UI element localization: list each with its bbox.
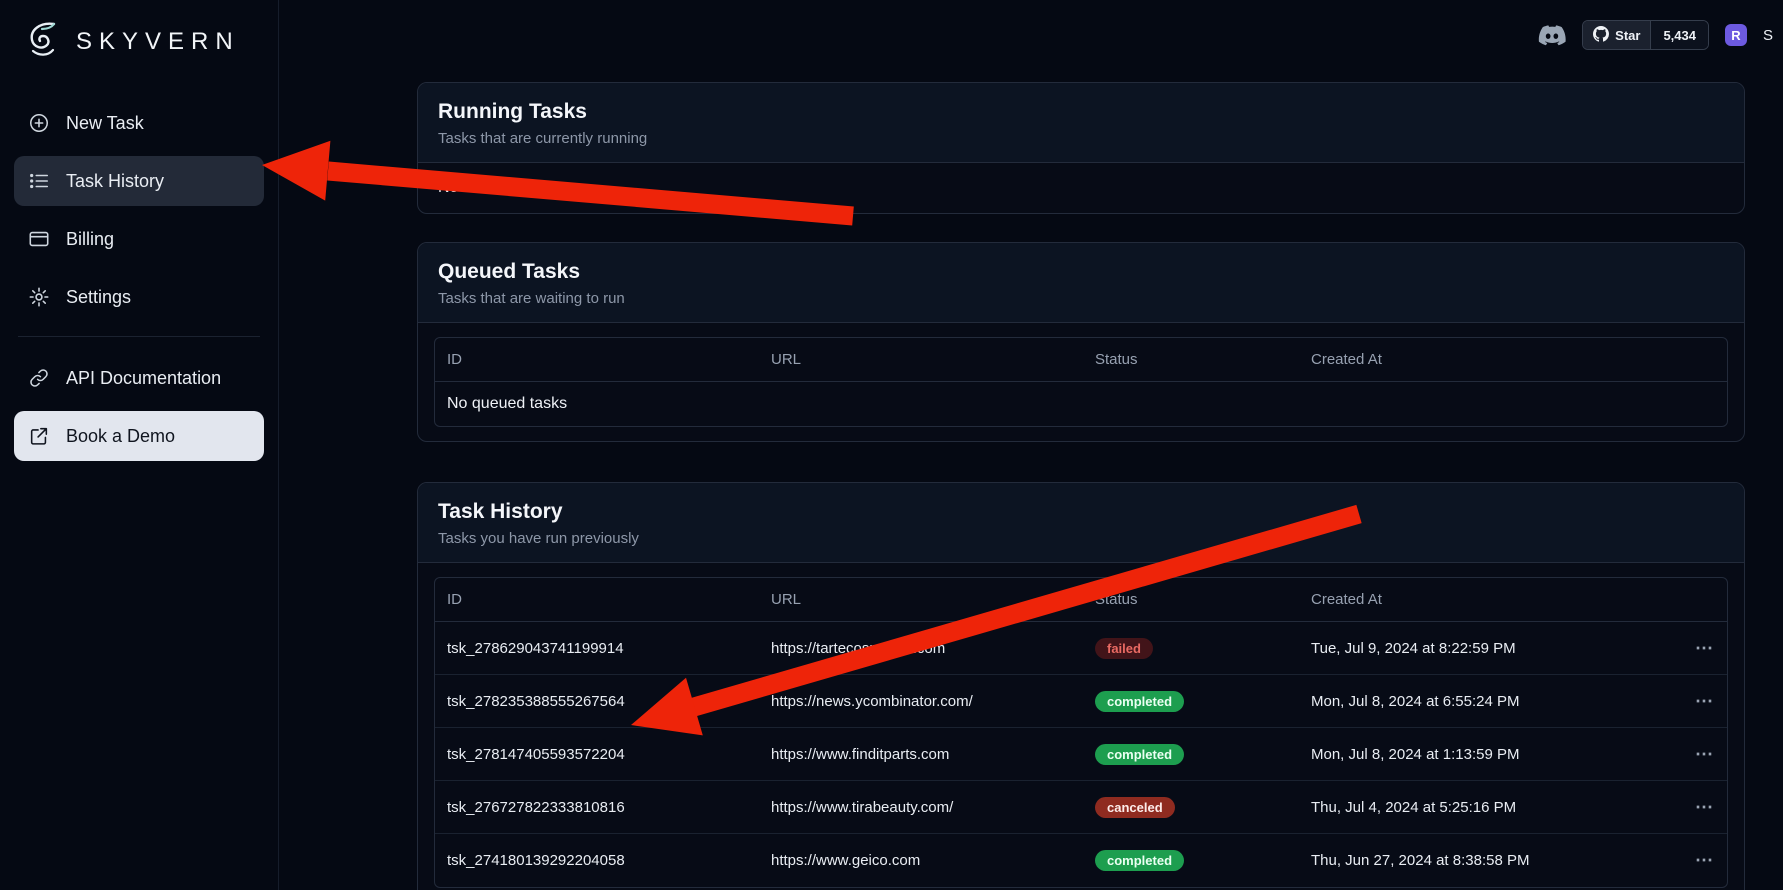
credit-card-icon <box>28 228 50 250</box>
sidebar-item-book-a-demo[interactable]: Book a Demo <box>14 411 264 461</box>
running-tasks-card: Running Tasks Tasks that are currently r… <box>417 82 1745 214</box>
column-header-id: ID <box>435 591 759 608</box>
discord-icon[interactable] <box>1538 25 1566 46</box>
external-link-icon <box>28 425 50 447</box>
gear-icon <box>28 286 50 308</box>
card-title: Queued Tasks <box>438 260 1724 284</box>
brand-name: SKYVERN <box>76 28 240 56</box>
sidebar-item-task-history[interactable]: Task History <box>14 156 264 206</box>
row-actions-button[interactable] <box>1663 691 1727 712</box>
status-badge: completed <box>1095 691 1184 712</box>
queued-tasks-header: Queued Tasks Tasks that are waiting to r… <box>418 243 1744 323</box>
column-header-status: Status <box>1083 591 1299 608</box>
column-header-id: ID <box>435 351 759 368</box>
list-icon <box>28 170 50 192</box>
task-history-card: Task History Tasks you have run previous… <box>417 482 1745 890</box>
avatar[interactable]: R <box>1725 24 1747 46</box>
created-at-cell: Mon, Jul 8, 2024 at 6:55:24 PM <box>1299 693 1663 710</box>
column-header-created-at: Created At <box>1299 351 1663 368</box>
topbar: Star 5,434 R S <box>1538 18 1783 52</box>
github-star-label: Star <box>1615 28 1640 43</box>
task-url-cell: https://tartecosmetics.com <box>759 640 1083 657</box>
sidebar-item-api-documentation[interactable]: API Documentation <box>14 353 264 403</box>
sidebar-item-settings[interactable]: Settings <box>14 272 264 322</box>
table-header-row: ID URL Status Created At <box>435 338 1727 382</box>
column-header-created-at: Created At <box>1299 591 1663 608</box>
status-badge: completed <box>1095 744 1184 765</box>
sidebar-divider <box>18 336 260 337</box>
sidebar-item-label: New Task <box>66 113 144 134</box>
running-tasks-header: Running Tasks Tasks that are currently r… <box>418 83 1744 163</box>
card-title: Task History <box>438 500 1724 524</box>
skyvern-dragon-icon <box>20 18 66 66</box>
task-url-cell: https://www.finditparts.com <box>759 746 1083 763</box>
row-actions-button[interactable] <box>1663 638 1727 659</box>
card-title: Running Tasks <box>438 100 1724 124</box>
queued-tasks-card: Queued Tasks Tasks that are waiting to r… <box>417 242 1745 442</box>
task-id-cell: tsk_274180139292204058 <box>435 852 759 869</box>
sidebar-item-label: Billing <box>66 229 114 250</box>
table-row[interactable]: tsk_274180139292204058 https://www.geico… <box>435 834 1727 887</box>
github-icon <box>1593 26 1609 45</box>
sidebar-item-label: Book a Demo <box>66 426 175 447</box>
row-actions-button[interactable] <box>1663 744 1727 765</box>
column-header-status: Status <box>1083 351 1299 368</box>
table-row[interactable]: tsk_278235388555267564 https://news.ycom… <box>435 675 1727 728</box>
card-subtitle: Tasks that are currently running <box>438 130 1724 147</box>
sidebar: SKYVERN New Task Task History <box>0 0 279 890</box>
task-url-cell: https://news.ycombinator.com/ <box>759 693 1083 710</box>
main-content: Running Tasks Tasks that are currently r… <box>279 0 1783 890</box>
created-at-cell: Thu, Jun 27, 2024 at 8:38:58 PM <box>1299 852 1663 869</box>
task-url-cell: https://www.tirabeauty.com/ <box>759 799 1083 816</box>
task-id-cell: tsk_278147405593572204 <box>435 746 759 763</box>
table-row[interactable]: tsk_278147405593572204 https://www.findi… <box>435 728 1727 781</box>
skyvern-logo[interactable]: SKYVERN <box>14 16 264 68</box>
status-badge: canceled <box>1095 797 1175 818</box>
queued-tasks-empty: No queued tasks <box>435 382 1727 426</box>
sidebar-item-label: Task History <box>66 171 164 192</box>
github-star-count: 5,434 <box>1650 21 1708 49</box>
queued-tasks-table: ID URL Status Created At No queued tasks <box>434 337 1728 427</box>
task-id-cell: tsk_276727822333810816 <box>435 799 759 816</box>
row-actions-button[interactable] <box>1663 797 1727 818</box>
sidebar-item-billing[interactable]: Billing <box>14 214 264 264</box>
column-header-url: URL <box>759 591 1083 608</box>
row-actions-button[interactable] <box>1663 850 1727 871</box>
status-badge: completed <box>1095 850 1184 871</box>
sidebar-item-new-task[interactable]: New Task <box>14 98 264 148</box>
sidebar-item-label: Settings <box>66 287 131 308</box>
task-history-table: ID URL Status Created At tsk_27862904374… <box>434 577 1728 888</box>
sidebar-item-label: API Documentation <box>66 368 221 389</box>
task-id-cell: tsk_278629043741199914 <box>435 640 759 657</box>
task-history-header: Task History Tasks you have run previous… <box>418 483 1744 563</box>
created-at-cell: Thu, Jul 4, 2024 at 5:25:16 PM <box>1299 799 1663 816</box>
table-row[interactable]: tsk_278629043741199914 https://tartecosm… <box>435 622 1727 675</box>
created-at-cell: Tue, Jul 9, 2024 at 8:22:59 PM <box>1299 640 1663 657</box>
table-header-row: ID URL Status Created At <box>435 578 1727 622</box>
plus-circle-icon <box>28 112 50 134</box>
task-url-cell: https://www.geico.com <box>759 852 1083 869</box>
user-name-label: S <box>1763 27 1783 44</box>
created-at-cell: Mon, Jul 8, 2024 at 1:13:59 PM <box>1299 746 1663 763</box>
column-header-url: URL <box>759 351 1083 368</box>
table-row[interactable]: tsk_276727822333810816 https://www.tirab… <box>435 781 1727 834</box>
github-star-button[interactable]: Star 5,434 <box>1582 20 1709 50</box>
task-id-cell: tsk_278235388555267564 <box>435 693 759 710</box>
status-badge: failed <box>1095 638 1153 659</box>
card-subtitle: Tasks that are waiting to run <box>438 290 1724 307</box>
link-icon <box>28 367 50 389</box>
card-subtitle: Tasks you have run previously <box>438 530 1724 547</box>
app-window: SKYVERN New Task Task History <box>0 0 1783 890</box>
running-tasks-empty: No running tasks <box>418 163 1744 213</box>
